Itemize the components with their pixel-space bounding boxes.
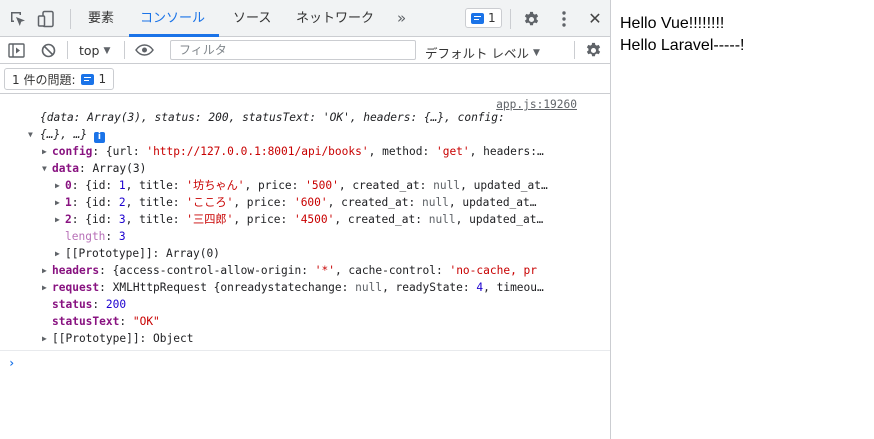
- collapse-triangle-icon[interactable]: ▶: [55, 211, 60, 228]
- chevron-down-icon: ▼: [103, 45, 111, 56]
- context-selector[interactable]: top ▼: [79, 43, 110, 58]
- prop-headers[interactable]: ▶ headers: {access-control-allow-origin:…: [0, 262, 610, 279]
- tab-elements[interactable]: 要素: [88, 0, 114, 37]
- device-toolbar-icon[interactable]: [36, 9, 56, 29]
- log-summary-line1: {data: Array(3), status: 200, statusText…: [40, 111, 505, 124]
- object-prototype[interactable]: ▶ [[Prototype]]: Object: [0, 330, 610, 347]
- console-toolbar: top ▼ デフォルト レベル ▼: [0, 37, 610, 64]
- kebab-menu-icon[interactable]: [554, 9, 574, 29]
- devtools-tabbar: 要素 コンソール ソース ネットワーク » 1 ✕: [0, 0, 610, 37]
- data-length: length: 3: [65, 230, 126, 243]
- collapse-triangle-icon[interactable]: ▶: [42, 143, 47, 160]
- collapse-triangle-icon[interactable]: ▶: [55, 194, 60, 211]
- close-icon[interactable]: ✕: [585, 8, 605, 28]
- log-summary-row[interactable]: ▼ {…}, …} i: [0, 126, 610, 143]
- log-levels-value: デフォルト レベル: [425, 46, 529, 61]
- issues-count: 1: [98, 72, 107, 86]
- context-selector-value: top: [79, 43, 100, 58]
- console-settings-gear-icon[interactable]: [583, 41, 603, 59]
- prop-statustext: statusText: "OK": [52, 315, 160, 328]
- toolbar-divider: [67, 41, 68, 59]
- prop-request[interactable]: ▶ request: XMLHttpRequest {onreadystatec…: [0, 279, 610, 296]
- prop-data[interactable]: ▼ data: Array(3): [0, 160, 610, 177]
- issues-bar: 1 件の問題: 1: [0, 64, 610, 94]
- live-expression-eye-icon[interactable]: [133, 41, 155, 59]
- expand-triangle-icon[interactable]: ▼: [28, 126, 33, 143]
- log-levels-dropdown[interactable]: デフォルト レベル ▼: [425, 43, 540, 62]
- tab-network[interactable]: ネットワーク: [296, 0, 374, 37]
- data-item-2[interactable]: ▶ 2: {id: 3, title: '三四郎', price: '4500'…: [0, 211, 610, 228]
- issues-label: 1 件の問題:: [12, 72, 76, 87]
- collapse-triangle-icon[interactable]: ▶: [55, 245, 60, 262]
- console-prompt-icon[interactable]: ›: [8, 356, 15, 370]
- chevron-down-icon: ▼: [532, 47, 540, 58]
- clear-console-icon[interactable]: [38, 41, 58, 59]
- data-item-0[interactable]: ▶ 0: {id: 1, title: '坊ちゃん', price: '500'…: [0, 177, 610, 194]
- prop-status: status: 200: [52, 298, 127, 311]
- data-item-1[interactable]: ▶ 1: {id: 2, title: 'こころ', price: '600',…: [0, 194, 610, 211]
- issues-badge-button[interactable]: 1: [465, 8, 502, 28]
- console-output: app.js:19260 {data: Array(3), status: 20…: [0, 94, 610, 418]
- settings-gear-icon[interactable]: [521, 9, 541, 29]
- tab-sources[interactable]: ソース: [233, 0, 271, 37]
- toolbar-divider: [574, 41, 575, 59]
- collapse-triangle-icon[interactable]: ▶: [55, 177, 60, 194]
- devtools-panel: 要素 コンソール ソース ネットワーク » 1 ✕ top ▼ フィルタ デフォ…: [0, 0, 611, 439]
- collapse-triangle-icon[interactable]: ▶: [42, 330, 47, 347]
- sidebar-toggle-icon[interactable]: [6, 41, 26, 59]
- collapse-triangle-icon[interactable]: ▶: [42, 262, 47, 279]
- hello-vue-text: Hello Vue!!!!!!!!: [620, 15, 725, 32]
- page-viewport: Hello Vue!!!!!!!! Hello Laravel-----!: [612, 0, 874, 439]
- prop-config[interactable]: ▶ config: {url: 'http://127.0.0.1:8001/a…: [0, 143, 610, 160]
- info-icon: i: [93, 132, 105, 143]
- toolbar-divider: [510, 9, 511, 29]
- expand-triangle-icon[interactable]: ▼: [42, 160, 47, 177]
- prompt-divider: [0, 350, 610, 351]
- issues-button[interactable]: 1 件の問題: 1: [4, 68, 115, 90]
- message-icon: [471, 12, 484, 24]
- collapse-triangle-icon[interactable]: ▶: [42, 279, 47, 296]
- data-prototype[interactable]: ▶ [[Prototype]]: Array(0): [0, 245, 610, 262]
- toolbar-divider: [124, 41, 125, 59]
- tab-console[interactable]: コンソール: [140, 0, 205, 37]
- message-icon: [80, 73, 94, 85]
- toolbar-divider: [70, 9, 71, 29]
- filter-input[interactable]: [170, 40, 416, 60]
- inspect-element-icon[interactable]: [8, 9, 28, 29]
- more-tabs-icon[interactable]: »: [397, 0, 406, 37]
- issues-badge-count: 1: [488, 11, 496, 25]
- hello-laravel-text: Hello Laravel-----!: [620, 37, 745, 54]
